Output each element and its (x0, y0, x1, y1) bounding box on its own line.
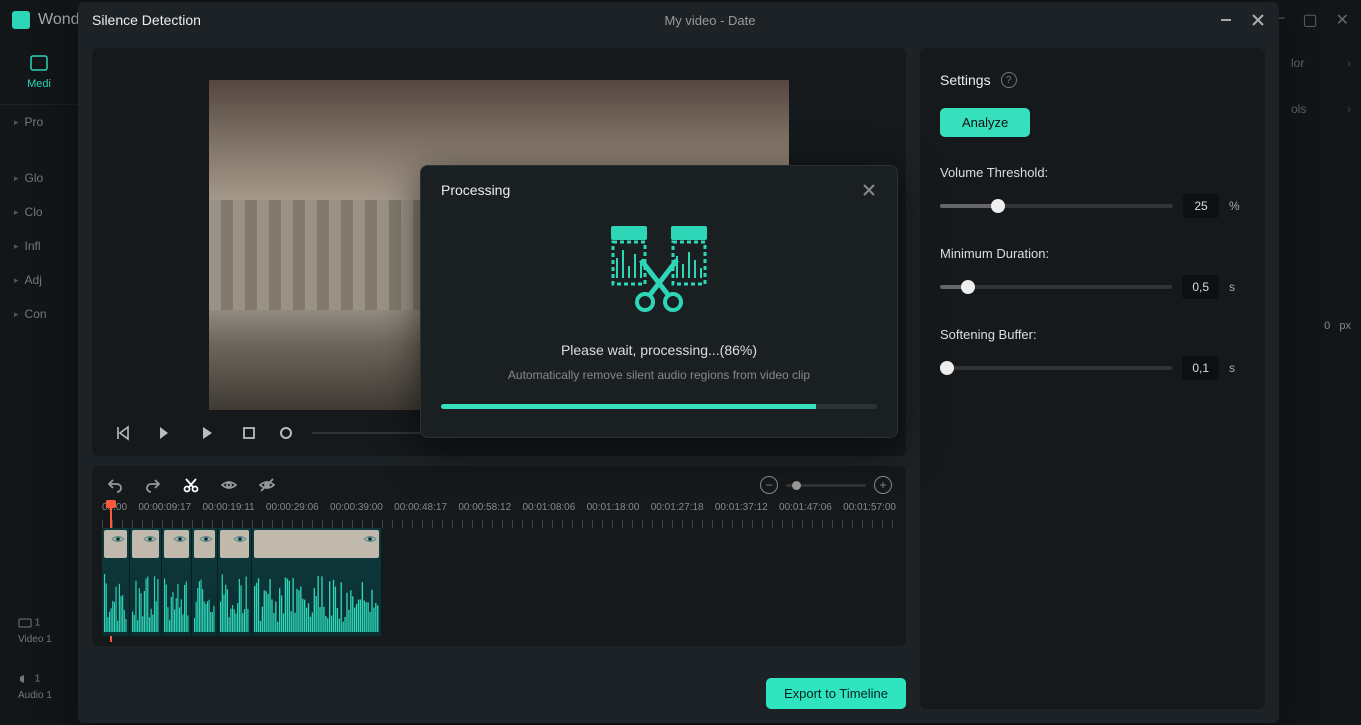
timeline-clip[interactable] (218, 528, 252, 636)
window-header: Silence Detection My video - Date (78, 2, 1279, 38)
processing-close-button[interactable] (863, 183, 877, 197)
processing-icon (599, 218, 719, 318)
timeline-clip[interactable] (162, 528, 192, 636)
window-subtitle: My video - Date (664, 13, 755, 28)
bg-audio-track-label: 1 (18, 673, 40, 685)
soften-buffer-value[interactable]: 0,1 (1182, 356, 1219, 380)
timeline-clip[interactable] (102, 528, 130, 636)
clip-track[interactable] (102, 528, 382, 636)
help-icon[interactable]: ? (1001, 72, 1017, 88)
bg-sidebar-item[interactable]: ▸Adj (0, 263, 78, 297)
bg-window-close-icon[interactable]: ✕ (1336, 10, 1349, 30)
volume-threshold-slider[interactable] (940, 204, 1173, 208)
window-title: Silence Detection (92, 12, 201, 28)
bg-video-track-label: 1 (18, 617, 40, 629)
clip-visibility-icon[interactable] (143, 532, 157, 546)
progress-handle[interactable] (280, 427, 292, 439)
settings-label: Settings (940, 72, 991, 88)
soften-buffer-label: Softening Buffer: (940, 327, 1245, 342)
bg-sidebar-item[interactable]: ▸Clo (0, 195, 78, 229)
processing-status: Please wait, processing...(86%) (561, 342, 757, 358)
min-duration-label: Minimum Duration: (940, 246, 1245, 261)
zoom-in-button[interactable]: + (874, 476, 892, 494)
clip-visibility-icon[interactable] (173, 532, 187, 546)
export-to-timeline-button[interactable]: Export to Timeline (766, 678, 906, 709)
bg-sidebar-item[interactable]: ▸Infl (0, 229, 78, 263)
clip-visibility-icon[interactable] (199, 532, 213, 546)
stop-button[interactable] (238, 422, 260, 444)
zoom-slider[interactable] (786, 484, 866, 487)
analyze-button[interactable]: Analyze (940, 108, 1030, 137)
processing-description: Automatically remove silent audio region… (508, 368, 810, 382)
visibility-off-button[interactable] (258, 476, 276, 494)
window-minimize-button[interactable] (1219, 13, 1233, 27)
bg-sidebar-item[interactable]: ▸Pro (0, 105, 78, 139)
bg-media-label[interactable]: Medi (27, 78, 51, 90)
play-to-end-button[interactable] (154, 422, 176, 444)
zoom-out-button[interactable]: − (760, 476, 778, 494)
timeline-clip[interactable] (192, 528, 218, 636)
soften-buffer-param: Softening Buffer: 0,1 s (940, 327, 1245, 380)
timeline-clip[interactable] (252, 528, 382, 636)
app-logo (12, 11, 30, 29)
timeline-panel: − + 00:0000:00:09:1700:00:19:1100:00:29:… (92, 466, 906, 646)
clip-visibility-icon[interactable] (363, 532, 377, 546)
media-icon (29, 54, 49, 72)
processing-title: Processing (441, 182, 510, 198)
timeline-clip[interactable] (130, 528, 162, 636)
step-back-button[interactable] (112, 422, 134, 444)
min-duration-value[interactable]: 0,5 (1182, 275, 1219, 299)
cut-button[interactable] (182, 476, 200, 494)
play-button[interactable] (196, 422, 218, 444)
clip-visibility-icon[interactable] (233, 532, 247, 546)
volume-threshold-value[interactable]: 25 (1183, 194, 1219, 218)
settings-panel: Settings ? Analyze Volume Threshold: 25 … (920, 48, 1265, 709)
clip-visibility-icon[interactable] (111, 532, 125, 546)
min-duration-slider[interactable] (940, 285, 1172, 289)
volume-threshold-param: Volume Threshold: 25 % (940, 165, 1245, 218)
undo-button[interactable] (106, 476, 124, 494)
redo-button[interactable] (144, 476, 162, 494)
window-close-button[interactable] (1251, 13, 1265, 27)
bg-window-max-icon[interactable]: ▢ (1302, 10, 1317, 30)
processing-dialog: Processing Please wait, pr (420, 165, 898, 438)
visibility-button[interactable] (220, 476, 238, 494)
bg-sidebar-item[interactable]: ▸Glo (0, 161, 78, 195)
timeline-ruler[interactable]: 00:0000:00:09:1700:00:19:1100:00:29:0600… (102, 502, 896, 528)
processing-progress-bar (441, 404, 877, 409)
soften-buffer-slider[interactable] (940, 366, 1172, 370)
volume-threshold-label: Volume Threshold: (940, 165, 1245, 180)
bg-sidebar-item[interactable]: ▸Con (0, 297, 78, 331)
min-duration-param: Minimum Duration: 0,5 s (940, 246, 1245, 299)
